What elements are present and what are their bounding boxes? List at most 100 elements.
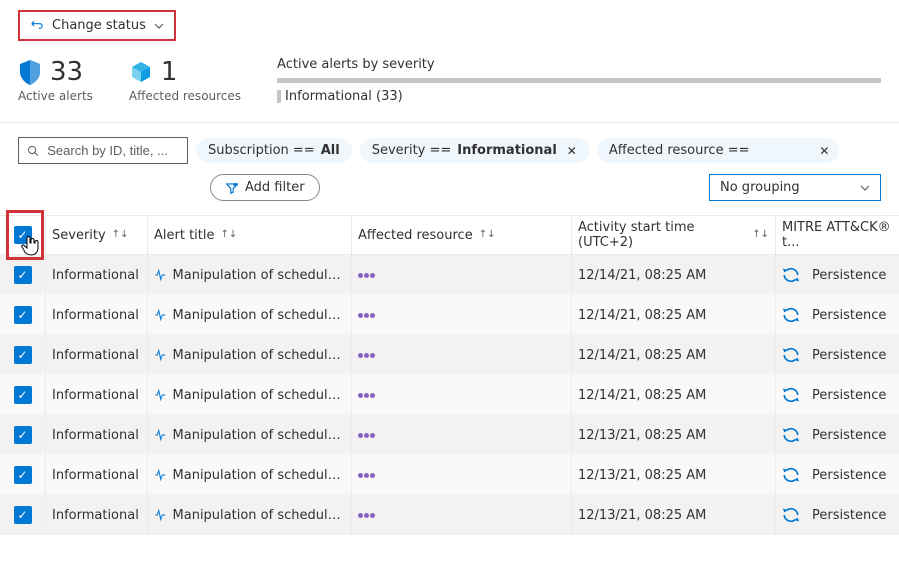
row-checkbox[interactable]: ✓ xyxy=(14,506,32,524)
pulse-icon xyxy=(154,469,167,481)
filter-pill-severity[interactable]: Severity == Informational ✕ xyxy=(360,138,589,163)
row-checkbox-cell[interactable]: ✓ xyxy=(0,455,46,495)
pulse-icon xyxy=(154,389,167,401)
cell-title[interactable]: Manipulation of scheduled t... xyxy=(148,255,352,295)
persistence-icon xyxy=(782,306,800,324)
search-input[interactable] xyxy=(45,142,179,159)
grouping-select[interactable]: No grouping xyxy=(709,174,881,201)
cell-title[interactable]: Manipulation of scheduled t... xyxy=(148,495,352,535)
cell-mitre: Persistence xyxy=(776,335,899,375)
affected-resources-label: Affected resources xyxy=(129,89,241,103)
filters-row: Subscription == All Severity == Informat… xyxy=(0,123,899,170)
sort-icon: ↑↓ xyxy=(112,231,129,239)
filter-pill-subscription[interactable]: Subscription == All xyxy=(196,138,352,163)
summary-row: 33 Active alerts 1 Affected resources Ac… xyxy=(0,49,899,123)
persistence-icon xyxy=(782,426,800,444)
row-checkbox[interactable]: ✓ xyxy=(14,386,32,404)
column-header-severity[interactable]: Severity ↑↓ xyxy=(46,216,148,254)
cell-time: 12/14/21, 08:25 AM xyxy=(572,375,776,415)
cell-time: 12/13/21, 08:25 AM xyxy=(572,455,776,495)
resource-icon xyxy=(358,433,375,438)
pulse-icon xyxy=(154,509,167,521)
row-checkbox-cell[interactable]: ✓ xyxy=(0,375,46,415)
close-icon[interactable]: ✕ xyxy=(819,144,829,158)
column-header-mitre[interactable]: MITRE ATT&CK® t... xyxy=(776,216,899,254)
column-header-title[interactable]: Alert title ↑↓ xyxy=(148,216,352,254)
row-checkbox-cell[interactable]: ✓ xyxy=(0,255,46,295)
cell-mitre: Persistence xyxy=(776,495,899,535)
row-checkbox-cell[interactable]: ✓ xyxy=(0,415,46,455)
cell-resource xyxy=(352,495,572,535)
cell-title[interactable]: Manipulation of scheduled t... xyxy=(148,455,352,495)
cell-title[interactable]: Manipulation of scheduled t... xyxy=(148,335,352,375)
table-row[interactable]: ✓ InformationalManipulation of scheduled … xyxy=(0,255,899,295)
row-checkbox[interactable]: ✓ xyxy=(14,426,32,444)
filter-pill-resource[interactable]: Affected resource == ✕ xyxy=(597,138,840,163)
cell-mitre: Persistence xyxy=(776,455,899,495)
close-icon[interactable]: ✕ xyxy=(567,144,577,158)
table-row[interactable]: ✓ InformationalManipulation of scheduled … xyxy=(0,335,899,375)
cell-severity: Informational xyxy=(46,255,148,295)
cell-mitre: Persistence xyxy=(776,255,899,295)
chevron-down-icon xyxy=(154,21,164,31)
resource-icon xyxy=(358,393,375,398)
cell-resource xyxy=(352,335,572,375)
row-checkbox[interactable]: ✓ xyxy=(14,266,32,284)
select-all-checkbox[interactable]: ✓ xyxy=(14,226,32,244)
persistence-icon xyxy=(782,466,800,484)
sort-icon: ↑↓ xyxy=(752,231,769,239)
table-row[interactable]: ✓ InformationalManipulation of scheduled … xyxy=(0,495,899,535)
row-checkbox-cell[interactable]: ✓ xyxy=(0,495,46,535)
row-checkbox[interactable]: ✓ xyxy=(14,346,32,364)
persistence-icon xyxy=(782,506,800,524)
resource-icon xyxy=(358,513,375,518)
cell-mitre: Persistence xyxy=(776,415,899,455)
table-row[interactable]: ✓InformationalManipulation of scheduled … xyxy=(0,455,899,495)
select-all-cell[interactable]: ✓ xyxy=(0,216,46,254)
active-alerts-label: Active alerts xyxy=(18,89,93,103)
persistence-icon xyxy=(782,386,800,404)
affected-resources-metric: 1 Affected resources xyxy=(129,57,241,103)
table-row[interactable]: ✓ InformationalManipulation of scheduled … xyxy=(0,415,899,455)
cell-severity: Informational xyxy=(46,415,148,455)
row-checkbox-cell[interactable]: ✓ xyxy=(0,295,46,335)
row-checkbox[interactable]: ✓ xyxy=(14,466,32,484)
affected-resources-count: 1 xyxy=(161,57,178,87)
cell-severity: Informational xyxy=(46,335,148,375)
severity-block: Active alerts by severity Informational … xyxy=(277,57,881,104)
column-header-time[interactable]: Activity start time (UTC+2) ↑↓ xyxy=(572,216,776,254)
severity-breakdown: Informational (33) xyxy=(277,89,881,104)
active-alerts-count: 33 xyxy=(50,57,83,87)
table-row[interactable]: ✓InformationalManipulation of scheduled … xyxy=(0,295,899,335)
cell-severity: Informational xyxy=(46,495,148,535)
pulse-icon xyxy=(154,429,167,441)
column-header-resource[interactable]: Affected resource ↑↓ xyxy=(352,216,572,254)
cell-resource xyxy=(352,375,572,415)
cell-resource xyxy=(352,415,572,455)
persistence-icon xyxy=(782,346,800,364)
change-status-label: Change status xyxy=(52,18,146,33)
cell-title[interactable]: Manipulation of scheduled t... xyxy=(148,295,352,335)
add-filter-button[interactable]: Add filter xyxy=(210,174,320,201)
cell-time: 12/14/21, 08:25 AM xyxy=(572,335,776,375)
add-filter-icon xyxy=(225,181,239,195)
active-alerts-metric: 33 Active alerts xyxy=(18,57,93,103)
search-input-wrapper[interactable] xyxy=(18,137,188,164)
cell-title[interactable]: Manipulation of scheduled t... xyxy=(148,415,352,455)
row-checkbox-cell[interactable]: ✓ xyxy=(0,335,46,375)
cell-title[interactable]: Manipulation of scheduled t... xyxy=(148,375,352,415)
row-checkbox[interactable]: ✓ xyxy=(14,306,32,324)
severity-bar xyxy=(277,78,881,83)
grouping-label: No grouping xyxy=(720,180,800,195)
search-icon xyxy=(27,144,39,158)
cell-severity: Informational xyxy=(46,375,148,415)
cell-resource xyxy=(352,455,572,495)
alerts-grid: ✓ Severity ↑↓ Alert title ↑↓ Affected re… xyxy=(0,215,899,535)
change-status-button[interactable]: Change status xyxy=(18,10,176,41)
sort-icon: ↑↓ xyxy=(221,231,238,239)
cell-resource xyxy=(352,255,572,295)
grid-header: ✓ Severity ↑↓ Alert title ↑↓ Affected re… xyxy=(0,215,899,255)
pulse-icon xyxy=(154,309,167,321)
change-status-icon xyxy=(30,19,44,33)
table-row[interactable]: ✓ InformationalManipulation of scheduled … xyxy=(0,375,899,415)
